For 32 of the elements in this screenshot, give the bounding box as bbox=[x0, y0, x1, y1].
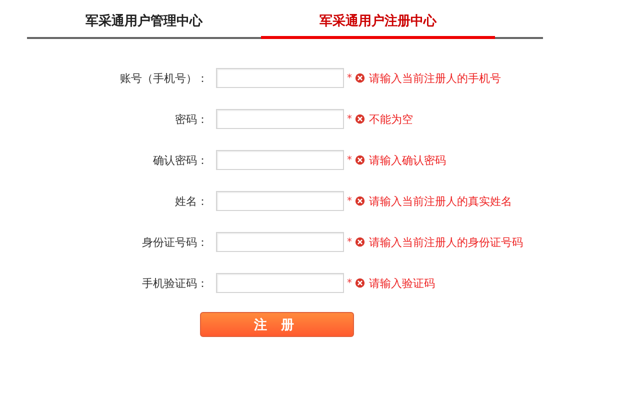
required-mark: * bbox=[347, 154, 352, 166]
error-icon bbox=[355, 237, 365, 247]
error-icon bbox=[355, 155, 365, 165]
field-label: 姓名： bbox=[174, 194, 208, 208]
field-label: 确认密码： bbox=[152, 152, 208, 168]
input-field[interactable] bbox=[216, 68, 344, 88]
error-message: 请输入当前注册人的身份证号码 bbox=[369, 234, 523, 250]
tab[interactable]: 军采通用户注册中心 bbox=[261, 12, 495, 39]
error-icon bbox=[355, 196, 365, 206]
error-icon bbox=[355, 73, 365, 83]
error-message: 请输入验证码 bbox=[369, 276, 435, 290]
input-field[interactable] bbox=[216, 232, 344, 252]
error-icon bbox=[355, 278, 365, 288]
tab[interactable]: 军采通用户管理中心 bbox=[27, 12, 261, 39]
required-mark: * bbox=[347, 236, 352, 248]
error-message: 请输入当前注册人的手机号 bbox=[369, 70, 501, 86]
input-field[interactable] bbox=[216, 109, 344, 129]
error-icon bbox=[355, 114, 365, 124]
required-mark: * bbox=[347, 114, 352, 124]
input-field[interactable] bbox=[216, 150, 344, 170]
required-mark: * bbox=[347, 72, 352, 84]
error-message: 请输入确认密码 bbox=[369, 152, 446, 168]
field-label: 身份证号码： bbox=[141, 234, 208, 250]
required-mark: * bbox=[347, 196, 352, 206]
field-label: 密码： bbox=[174, 112, 208, 126]
field-label: 手机验证码： bbox=[141, 276, 208, 290]
required-mark: * bbox=[347, 278, 352, 288]
error-message: 不能为空 bbox=[369, 112, 413, 126]
input-field[interactable] bbox=[216, 191, 344, 211]
field-label: 账号（手机号）： bbox=[119, 70, 208, 86]
input-field[interactable] bbox=[216, 273, 344, 293]
error-message: 请输入当前注册人的真实姓名 bbox=[369, 194, 512, 208]
